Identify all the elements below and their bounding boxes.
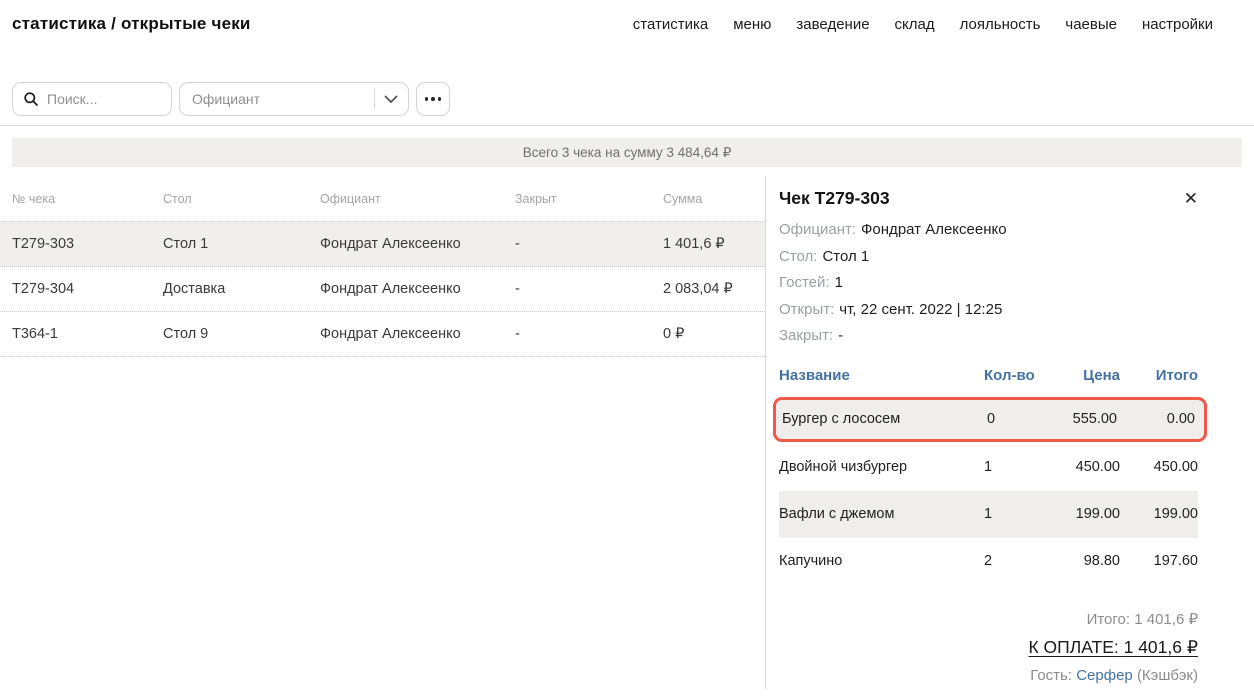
cell-sum: 0 ₽ [663, 326, 765, 342]
top-bar: статистика / открытые чеки статистика ме… [0, 0, 1254, 34]
guest-line: Гость: Серфер (Кэшбэк) [779, 667, 1198, 684]
item-row-highlighted: Бургер с лососем 0 555.00 0.00 [773, 397, 1207, 442]
item-name: Вафли с джемом [779, 506, 984, 522]
col-item-name: Название [779, 367, 984, 384]
toolbar-divider [0, 125, 1254, 126]
item-qty: 0 [987, 411, 1047, 427]
cell-waiter: Фондрат Алексеенко [320, 281, 515, 297]
meta-waiter: Официант:Фондрат Алексеенко [779, 217, 1198, 244]
col-closed: Закрыт [515, 192, 663, 206]
item-price: 98.80 [1044, 553, 1120, 569]
totals-summary-bar: Всего 3 чека на сумму 3 484,64 ₽ [12, 138, 1242, 167]
cell-check-number: T279-304 [12, 281, 163, 297]
check-detail-panel: Чек T279-303 ✕ Официант:Фондрат Алексеен… [765, 176, 1254, 689]
cell-waiter: Фондрат Алексеенко [320, 326, 515, 342]
item-total: 197.60 [1120, 553, 1198, 569]
nav-item-venue[interactable]: заведение [796, 16, 869, 33]
nav-item-tips[interactable]: чаевые [1065, 16, 1117, 33]
checks-table: № чека Стол Официант Закрыт Сумма T279-3… [0, 176, 765, 689]
checks-table-header: № чека Стол Официант Закрыт Сумма [0, 176, 765, 222]
items-table-header: Название Кол-во Цена Итого [779, 367, 1198, 397]
item-name: Бургер с лососем [782, 411, 987, 427]
col-waiter: Официант [320, 192, 515, 206]
cell-sum: 1 401,6 ₽ [663, 236, 765, 252]
item-price: 450.00 [1044, 459, 1120, 475]
item-qty: 1 [984, 506, 1044, 522]
col-item-qty: Кол-во [984, 367, 1044, 384]
main-content: № чека Стол Официант Закрыт Сумма T279-3… [0, 176, 1254, 689]
nav-item-settings[interactable]: настройки [1142, 16, 1213, 33]
check-items-table: Название Кол-во Цена Итого Бургер с лосо… [779, 367, 1198, 585]
nav-item-stock[interactable]: склад [895, 16, 935, 33]
ellipsis-icon [425, 97, 429, 101]
table-row[interactable]: T279-304 Доставка Фондрат Алексеенко - 2… [0, 267, 765, 312]
item-total: 199.00 [1120, 506, 1198, 522]
nav-item-menu[interactable]: меню [733, 16, 771, 33]
cell-closed: - [515, 326, 663, 342]
cell-table: Доставка [163, 281, 320, 297]
check-totals: Итого: 1 401,6 ₽ К ОПЛАТЕ: 1 401,6 ₽ Гос… [779, 610, 1198, 684]
col-item-price: Цена [1044, 367, 1120, 384]
cell-closed: - [515, 236, 663, 252]
guest-link[interactable]: Серфер [1076, 667, 1133, 684]
item-qty: 1 [984, 459, 1044, 475]
item-row: Капучино 2 98.80 197.60 [779, 538, 1198, 585]
item-row: Двойной чизбургер 1 450.00 450.00 [779, 444, 1198, 491]
cell-table: Стол 1 [163, 236, 320, 252]
page-title: статистика / открытые чеки [12, 14, 251, 34]
table-row[interactable]: T279-303 Стол 1 Фондрат Алексеенко - 1 4… [0, 222, 765, 267]
item-row: Вафли с джемом 1 199.00 199.00 [779, 491, 1198, 538]
check-detail-header: Чек T279-303 ✕ [779, 188, 1198, 209]
main-nav: статистика меню заведение склад лояльнос… [633, 16, 1213, 33]
item-price: 555.00 [1047, 411, 1117, 427]
subtotal-line: Итого: 1 401,6 ₽ [779, 610, 1198, 628]
waiter-filter-select[interactable]: Официант [179, 82, 409, 116]
col-item-total: Итого [1120, 367, 1198, 384]
search-input[interactable] [47, 91, 161, 107]
meta-opened: Открыт:чт, 22 сент. 2022 | 12:25 [779, 297, 1198, 324]
meta-table: Стол:Стол 1 [779, 244, 1198, 271]
search-box[interactable] [12, 82, 172, 116]
cell-check-number: T279-303 [12, 236, 163, 252]
item-name: Капучино [779, 553, 984, 569]
check-detail-title: Чек T279-303 [779, 188, 890, 209]
close-icon[interactable]: ✕ [1184, 190, 1198, 207]
cell-check-number: T364-1 [12, 326, 163, 342]
summary-text: Всего 3 чека на сумму 3 484,64 ₽ [523, 145, 732, 161]
select-divider [374, 89, 375, 109]
waiter-filter-placeholder: Официант [192, 91, 374, 107]
search-icon [23, 91, 39, 107]
col-check-number: № чека [12, 192, 163, 206]
cell-table: Стол 9 [163, 326, 320, 342]
col-sum: Сумма [663, 192, 765, 206]
nav-item-loyalty[interactable]: лояльность [960, 16, 1041, 33]
nav-item-statistics[interactable]: статистика [633, 16, 708, 33]
more-options-button[interactable] [416, 82, 450, 116]
chevron-down-icon [384, 95, 398, 104]
meta-closed: Закрыт:- [779, 323, 1198, 350]
table-row[interactable]: T364-1 Стол 9 Фондрат Алексеенко - 0 ₽ [0, 312, 765, 357]
amount-due-line: К ОПЛАТЕ: 1 401,6 ₽ [779, 637, 1198, 658]
item-price: 199.00 [1044, 506, 1120, 522]
check-meta: Официант:Фондрат Алексеенко Стол:Стол 1 … [779, 217, 1198, 350]
item-total: 450.00 [1120, 459, 1198, 475]
cell-sum: 2 083,04 ₽ [663, 281, 765, 297]
open-checks-page: статистика / открытые чеки статистика ме… [0, 0, 1254, 700]
item-total: 0.00 [1117, 411, 1195, 427]
col-table: Стол [163, 192, 320, 206]
cell-closed: - [515, 281, 663, 297]
item-name: Двойной чизбургер [779, 459, 984, 475]
filters-toolbar: Официант [12, 82, 1254, 116]
meta-guests: Гостей:1 [779, 270, 1198, 297]
item-qty: 2 [984, 553, 1044, 569]
cell-waiter: Фондрат Алексеенко [320, 236, 515, 252]
